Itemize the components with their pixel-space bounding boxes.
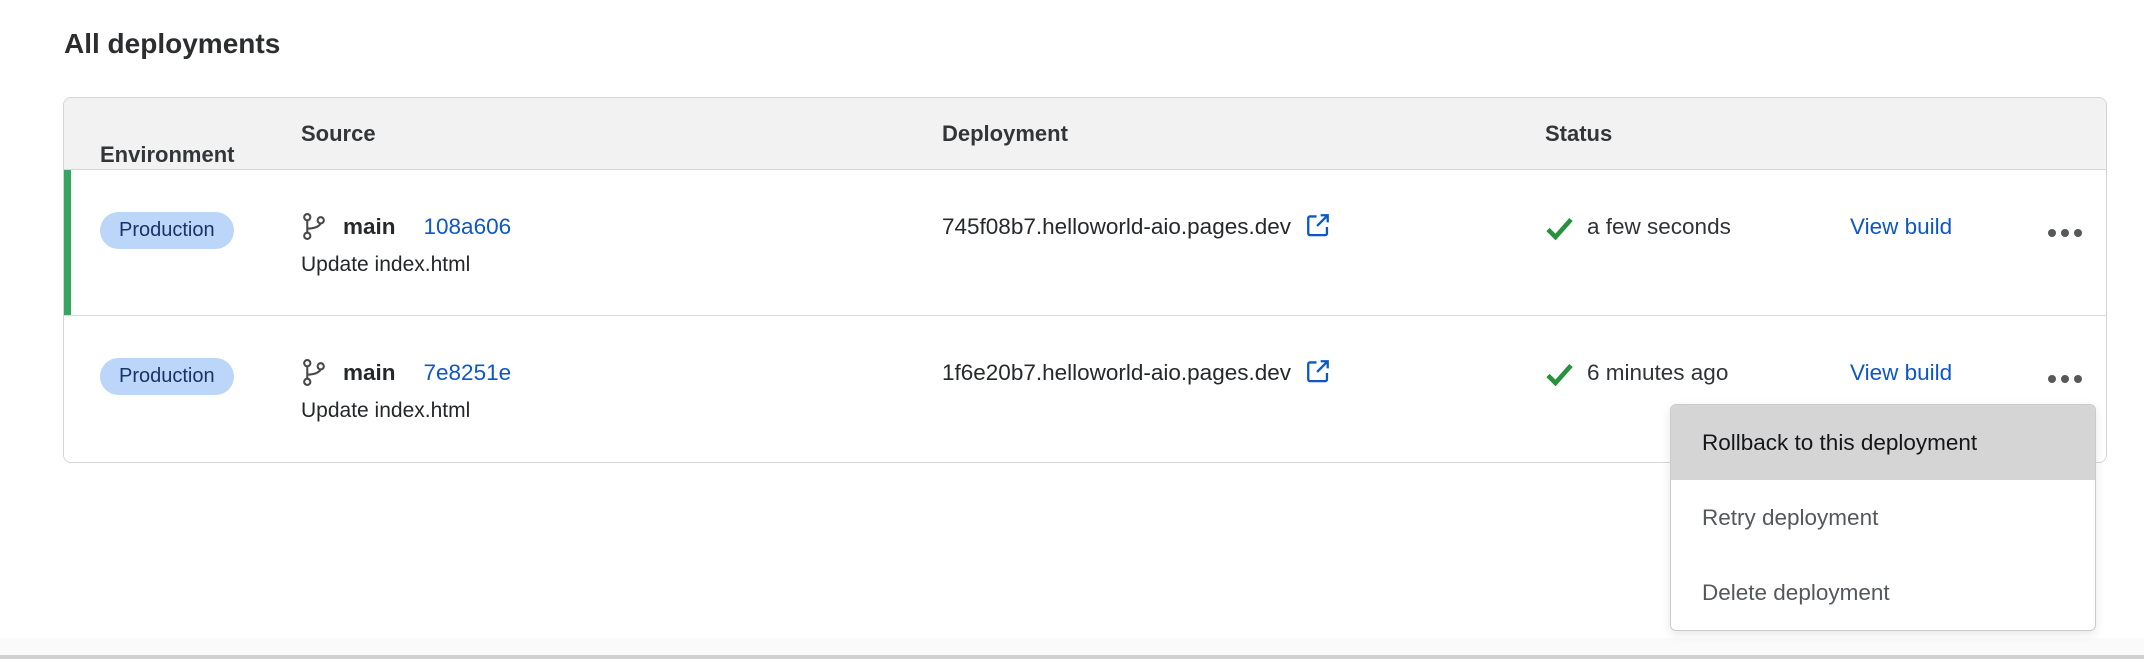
deployment-cell: 745f08b7.helloworld-aio.pages.dev bbox=[942, 170, 1545, 315]
deployment-url: 1f6e20b7.helloworld-aio.pages.dev bbox=[942, 360, 1291, 386]
column-header-source: Source bbox=[301, 121, 942, 147]
view-build-cell: View build bbox=[1850, 170, 2044, 315]
page-title: All deployments bbox=[64, 28, 280, 60]
status-time: a few seconds bbox=[1587, 214, 1731, 240]
column-header-deployment: Deployment bbox=[942, 121, 1545, 147]
menu-item-delete[interactable]: Delete deployment bbox=[1671, 555, 2095, 630]
ellipsis-icon[interactable] bbox=[2046, 227, 2084, 239]
menu-item-rollback[interactable]: Rollback to this deployment bbox=[1671, 405, 2095, 480]
table-row: Production main 108a606 Update index.htm… bbox=[64, 170, 2106, 316]
table-header-row: Environment Source Deployment Status bbox=[64, 98, 2106, 170]
view-build-link[interactable]: View build bbox=[1850, 214, 1952, 239]
commit-link[interactable]: 7e8251e bbox=[424, 360, 512, 386]
environment-cell: Production bbox=[64, 170, 301, 315]
current-deployment-marker bbox=[64, 170, 71, 315]
check-icon bbox=[1545, 217, 1574, 240]
row-actions-cell bbox=[2044, 170, 2106, 315]
environment-badge: Production bbox=[100, 212, 234, 249]
commit-message: Update index.html bbox=[301, 399, 942, 423]
check-icon bbox=[1545, 363, 1574, 386]
deployment-cell: 1f6e20b7.helloworld-aio.pages.dev bbox=[942, 316, 1545, 462]
status-cell: a few seconds bbox=[1545, 170, 1850, 315]
branch-name: main bbox=[343, 214, 396, 240]
view-build-link[interactable]: View build bbox=[1850, 360, 1952, 385]
git-branch-icon bbox=[301, 212, 327, 241]
source-cell: main 108a606 Update index.html bbox=[301, 170, 942, 315]
external-link-icon[interactable] bbox=[1304, 212, 1331, 239]
column-header-status: Status bbox=[1545, 121, 1850, 147]
row-actions-menu: Rollback to this deployment Retry deploy… bbox=[1670, 404, 2096, 631]
branch-name: main bbox=[343, 360, 396, 386]
environment-badge: Production bbox=[100, 358, 234, 395]
status-time: 6 minutes ago bbox=[1587, 360, 1728, 386]
deployment-url: 745f08b7.helloworld-aio.pages.dev bbox=[942, 214, 1291, 240]
commit-link[interactable]: 108a606 bbox=[424, 214, 512, 240]
commit-message: Update index.html bbox=[301, 253, 942, 277]
external-link-icon[interactable] bbox=[1304, 358, 1331, 385]
environment-cell: Production bbox=[64, 316, 301, 462]
section-divider-line bbox=[0, 655, 2144, 659]
ellipsis-icon[interactable] bbox=[2046, 373, 2084, 385]
section-divider-band bbox=[0, 638, 2144, 655]
column-header-environment: Environment bbox=[64, 100, 301, 168]
source-cell: main 7e8251e Update index.html bbox=[301, 316, 942, 462]
git-branch-icon bbox=[301, 358, 327, 387]
menu-item-retry[interactable]: Retry deployment bbox=[1671, 480, 2095, 555]
